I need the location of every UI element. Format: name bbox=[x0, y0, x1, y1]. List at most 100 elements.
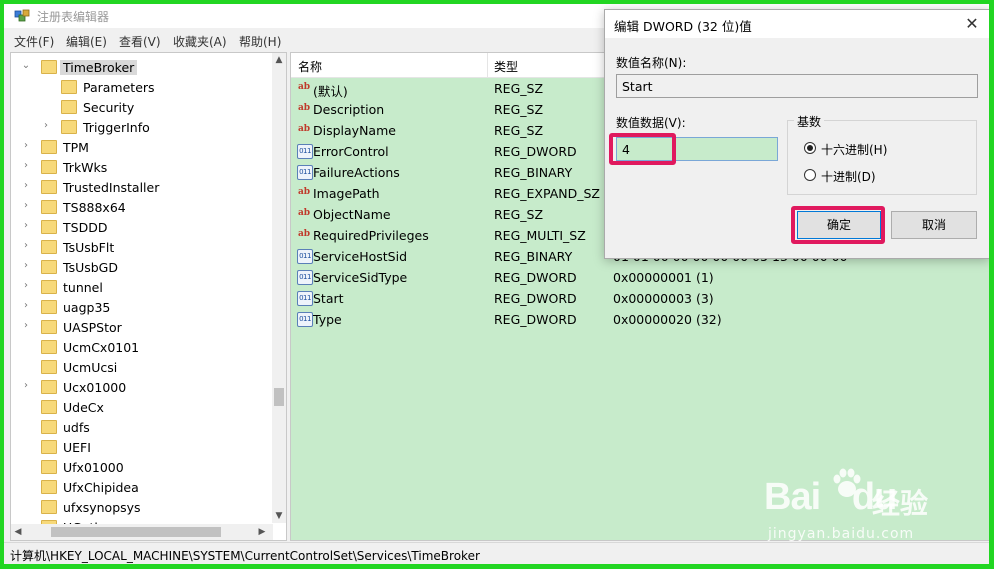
chevron-right-icon[interactable]: › bbox=[21, 380, 31, 391]
column-header-name[interactable]: 名称 bbox=[298, 58, 322, 75]
radio-hex-label[interactable]: 十六进制(H) bbox=[821, 141, 887, 158]
cancel-button[interactable]: 取消 bbox=[891, 211, 977, 239]
chevron-right-icon[interactable]: › bbox=[21, 320, 31, 331]
tree-item[interactable]: ⌄ TimeBroker bbox=[11, 57, 273, 77]
tree-item[interactable]: › TriggerInfo bbox=[11, 117, 273, 137]
chevron-right-icon[interactable]: › bbox=[21, 200, 31, 211]
chevron-right-icon[interactable]: › bbox=[41, 120, 51, 131]
tree-item[interactable]: › TrustedInstaller bbox=[11, 177, 273, 197]
ok-button[interactable]: 确定 bbox=[797, 211, 881, 239]
tree-item-label: udfs bbox=[63, 420, 90, 435]
column-separator[interactable] bbox=[487, 53, 488, 77]
tree-item-label: TSDDD bbox=[63, 220, 108, 235]
radio-dec-label[interactable]: 十进制(D) bbox=[821, 168, 876, 185]
tree-item-label: TPM bbox=[63, 140, 89, 155]
tree-item[interactable]: Ufx01000 bbox=[11, 457, 273, 477]
value-type: REG_SZ bbox=[494, 123, 544, 138]
tree-item[interactable]: UdeCx bbox=[11, 397, 273, 417]
value-data-input[interactable]: 4 bbox=[616, 137, 778, 161]
tree-hscroll-thumb[interactable] bbox=[51, 527, 221, 537]
tree-item[interactable]: ufxsynopsys bbox=[11, 497, 273, 517]
chevron-right-icon[interactable]: › bbox=[21, 220, 31, 231]
value-row[interactable]: 011 ServiceSidType REG_DWORD 0x00000001 (1) bbox=[291, 267, 989, 288]
tree-item[interactable]: › TS888x64 bbox=[11, 197, 273, 217]
tree-vscroll-thumb[interactable] bbox=[274, 388, 284, 406]
tree-item-label: UcmUcsi bbox=[63, 360, 118, 375]
tree-item-label: TsUsbFlt bbox=[63, 240, 115, 255]
chevron-right-icon[interactable]: › bbox=[21, 300, 31, 311]
tree-item[interactable]: › TPM bbox=[11, 137, 273, 157]
tree-item[interactable]: › UASPStor bbox=[11, 317, 273, 337]
value-name: ObjectName bbox=[313, 207, 391, 222]
column-header-type[interactable]: 类型 bbox=[494, 58, 518, 75]
value-type: REG_DWORD bbox=[494, 291, 577, 306]
chevron-right-icon[interactable]: › bbox=[21, 160, 31, 171]
tree-item-label: Parameters bbox=[83, 80, 155, 95]
folder-icon bbox=[41, 480, 57, 494]
tree-item[interactable]: › TsUsbGD bbox=[11, 257, 273, 277]
value-type: REG_EXPAND_SZ bbox=[494, 186, 600, 201]
menu-file[interactable]: 文件(F) bbox=[14, 33, 54, 50]
value-name: ServiceHostSid bbox=[313, 249, 408, 264]
string-value-icon: ab bbox=[297, 124, 311, 134]
menu-edit[interactable]: 编辑(E) bbox=[66, 33, 107, 50]
radio-dec-button[interactable] bbox=[804, 169, 816, 181]
string-value-icon: ab bbox=[297, 208, 311, 218]
tree-item[interactable]: UfxChipidea bbox=[11, 477, 273, 497]
tree-item[interactable]: › TSDDD bbox=[11, 217, 273, 237]
scroll-left-icon[interactable]: ◀ bbox=[11, 524, 25, 540]
folder-icon bbox=[41, 440, 57, 454]
tree-item[interactable]: UEFI bbox=[11, 437, 273, 457]
tree-item-label: Ufx01000 bbox=[63, 460, 124, 475]
menu-view[interactable]: 查看(V) bbox=[119, 33, 161, 50]
folder-icon bbox=[41, 260, 57, 274]
tree-item-label: TS888x64 bbox=[63, 200, 126, 215]
folder-icon bbox=[61, 100, 77, 114]
chevron-right-icon[interactable]: › bbox=[21, 240, 31, 251]
chevron-right-icon[interactable]: › bbox=[21, 260, 31, 271]
value-name: (默认) bbox=[313, 84, 348, 99]
radio-hex-button[interactable] bbox=[804, 142, 816, 154]
scroll-right-icon[interactable]: ▶ bbox=[255, 524, 269, 540]
tree-item[interactable]: UcmCx0101 bbox=[11, 337, 273, 357]
chevron-right-icon[interactable]: › bbox=[21, 280, 31, 291]
tree-item[interactable]: UcmUcsi bbox=[11, 357, 273, 377]
folder-icon bbox=[41, 380, 57, 394]
chevron-right-icon[interactable]: › bbox=[21, 180, 31, 191]
tree-item[interactable]: › tunnel bbox=[11, 277, 273, 297]
registry-tree[interactable]: ⌄ TimeBroker Parameters Security › TriggerInf… bbox=[10, 52, 287, 541]
close-icon[interactable]: ✕ bbox=[961, 13, 983, 35]
tree-item[interactable]: › uagp35 bbox=[11, 297, 273, 317]
tree-item[interactable]: › TrkWks bbox=[11, 157, 273, 177]
folder-icon bbox=[41, 500, 57, 514]
value-row[interactable]: 011 Type REG_DWORD 0x00000020 (32) bbox=[291, 309, 989, 330]
folder-icon bbox=[61, 80, 77, 94]
chevron-down-icon[interactable]: ⌄ bbox=[21, 60, 31, 71]
value-data-label: 数值数据(V): bbox=[616, 116, 686, 130]
folder-icon bbox=[41, 340, 57, 354]
folder-icon bbox=[41, 200, 57, 214]
folder-icon bbox=[41, 360, 57, 374]
tree-item[interactable]: Security bbox=[11, 97, 273, 117]
scroll-up-icon[interactable]: ▲ bbox=[272, 53, 286, 67]
value-type: REG_BINARY bbox=[494, 165, 573, 180]
value-row[interactable]: 011 Start REG_DWORD 0x00000003 (3) bbox=[291, 288, 989, 309]
tree-item[interactable]: › Ucx01000 bbox=[11, 377, 273, 397]
folder-icon bbox=[41, 220, 57, 234]
chevron-right-icon[interactable]: › bbox=[21, 140, 31, 151]
value-name: Type bbox=[313, 312, 342, 327]
tree-item[interactable]: udfs bbox=[11, 417, 273, 437]
value-data: 0x00000003 (3) bbox=[613, 291, 714, 306]
menu-favorites[interactable]: 收藏夹(A) bbox=[173, 33, 227, 50]
scroll-down-icon[interactable]: ▼ bbox=[272, 509, 286, 523]
value-name-text: Start bbox=[622, 79, 653, 94]
menu-help[interactable]: 帮助(H) bbox=[239, 33, 281, 50]
tree-item[interactable]: › TsUsbFlt bbox=[11, 237, 273, 257]
tree-vertical-scrollbar[interactable]: ▲ ▼ bbox=[272, 53, 286, 523]
tree-horizontal-scrollbar[interactable]: ◀ ▶ bbox=[11, 524, 273, 540]
value-name: Start bbox=[313, 291, 344, 306]
tree-item[interactable]: Parameters bbox=[11, 77, 273, 97]
tree-item-label: UEFI bbox=[63, 440, 91, 455]
status-path: 计算机\HKEY_LOCAL_MACHINE\SYSTEM\CurrentCon… bbox=[10, 549, 480, 563]
folder-icon bbox=[41, 300, 57, 314]
